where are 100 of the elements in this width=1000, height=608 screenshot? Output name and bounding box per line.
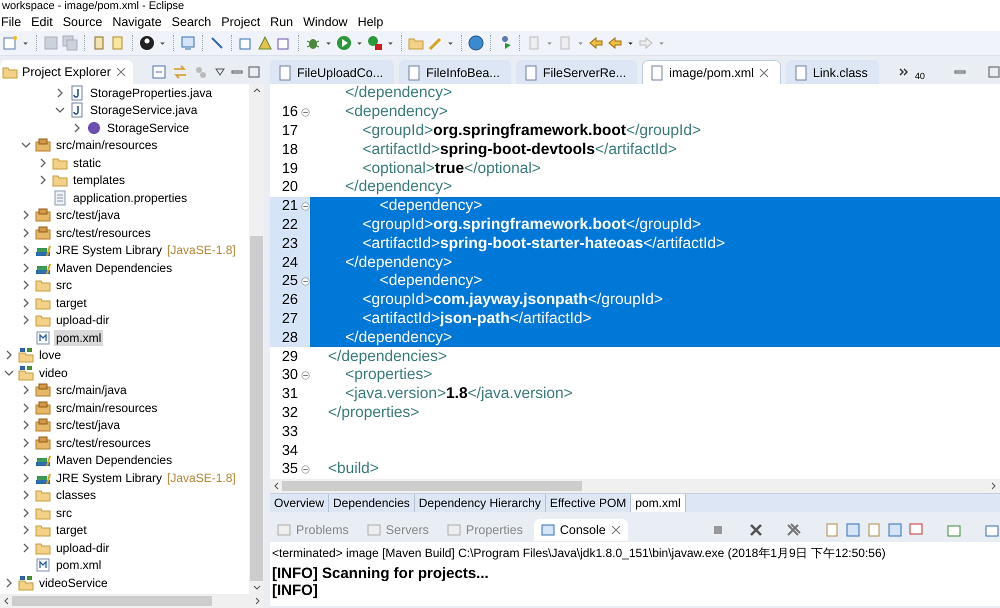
editor-tab[interactable]: FileUploadCo... [270,60,394,84]
new-file-icon[interactable] [2,35,18,51]
maximize-icon[interactable] [248,66,260,78]
tree-item[interactable]: JRE System Library [54,470,164,486]
tree-item[interactable]: src/main/java [54,382,129,398]
line-number: 20 [280,179,298,196]
remove-launch-icon[interactable] [748,522,764,538]
console-status: <terminated> image [Maven Build] C:\Program Files\Java\jdk1.8.0_151\bin\javaw.exe (2018年1月9日 下午12:50:56) [271,544,887,562]
file-icon [277,64,293,80]
line-number: 28 [280,330,298,346]
tree-item-note: [JavaSE-1.8] [167,470,236,485]
project-folder-icon [18,574,34,591]
editor-page-tab[interactable]: Dependencies [329,494,415,512]
line-number: 16 [280,104,298,120]
console-output-line: [INFO] [271,582,319,599]
java-file-icon [69,84,85,101]
editor-tab[interactable]: FileInfoBea... [399,60,511,84]
fold-icon[interactable] [301,108,310,117]
menu-item[interactable]: Help [356,15,392,29]
java-file-icon [69,102,85,118]
package-folder-icon [35,137,51,154]
package-folder-icon [35,207,51,224]
tree-item[interactable]: src/test/java [54,207,122,224]
editor-tab[interactable]: FileServerRe... [516,60,638,84]
fold-icon[interactable] [301,464,310,474]
maven-xml-file-icon [35,557,51,574]
tree-item[interactable]: src [54,504,74,521]
code-line: <artifactId>spring-boot-devtools</artifactId> [361,140,677,159]
run-icon[interactable] [336,35,352,51]
code-line: </dependency> [344,328,452,347]
tree-item[interactable]: src/test/resources [54,434,153,451]
file-icon [792,64,809,80]
tree-item[interactable]: JRE System Library [54,242,164,258]
editor-page-tab[interactable]: Overview [270,494,330,512]
tree-item[interactable]: pom.xml [54,330,104,346]
text-file-icon [52,190,68,206]
interface-icon [86,120,102,136]
menu-item[interactable]: Search [170,15,220,29]
view-menu-icon[interactable] [214,66,226,78]
line-number: 24 [280,254,298,271]
tree-item[interactable]: upload-dir [54,312,112,328]
view-tab[interactable]: Console [534,518,628,541]
editor-page-tab[interactable]: Dependency Hierarchy [414,494,546,512]
tree-item[interactable]: src/test/java [54,417,122,434]
tree-item[interactable]: classes [54,487,98,504]
tree-item[interactable]: src/main/resources [54,137,160,154]
menu-item[interactable]: File [0,15,30,29]
last-edit-icon[interactable] [588,35,604,51]
tree-item[interactable]: video [37,364,70,381]
tree-item[interactable]: src [54,277,74,294]
line-number: 32 [280,404,298,421]
tree-item[interactable]: target [54,294,89,311]
editor-tab[interactable]: Link.class [786,60,879,84]
tree-item[interactable]: love [37,347,64,364]
line-number: 18 [280,142,298,158]
close-icon[interactable] [610,524,622,536]
window-title: workspace - image/pom.xml - Eclipse [1,0,186,13]
close-icon[interactable] [758,66,770,78]
menu-item[interactable]: Window [302,15,357,29]
double-chevron-icon[interactable] [898,66,910,78]
tree-item[interactable]: target [54,522,89,538]
tree-item[interactable]: StorageService [105,120,192,136]
line-number: 23 [280,236,298,252]
editor-tab[interactable]: image/pom.xml [642,60,781,84]
tree-item[interactable]: Maven Dependencies [54,452,174,468]
menu-item[interactable]: Run [269,15,302,29]
fold-icon[interactable] [301,276,310,286]
code-line: <dependency> [378,197,482,216]
menu-item[interactable]: Project [220,15,270,29]
close-icon[interactable] [114,66,127,78]
monitor-icon[interactable] [180,35,196,51]
maximize-icon[interactable] [988,66,1000,78]
tree-item[interactable]: Maven Dependencies [54,260,174,276]
view-tab[interactable]: Project Explorer [0,60,133,84]
collapse-all-icon[interactable] [151,64,167,80]
tree-item[interactable]: StorageProperties.java [88,84,214,101]
editor-page-tab[interactable]: pom.xml [631,494,686,512]
tree-item[interactable]: application.properties [71,190,190,206]
menu-item[interactable]: Source [62,15,112,29]
menu-item[interactable]: Navigate [111,15,171,29]
maven-xml-file-icon [35,330,51,346]
tree-item[interactable]: pom.xml [54,557,104,574]
code-line: </dependency> [344,84,452,102]
fold-icon[interactable] [301,370,310,380]
fold-icon[interactable] [301,202,310,211]
tree-item[interactable]: src/test/resources [54,224,153,241]
tree-item[interactable]: static [71,154,104,171]
tree-item[interactable]: videoService [37,574,110,591]
back-arrow-icon[interactable] [607,35,623,51]
line-number: 26 [280,292,298,308]
view-title: Project Explorer [22,65,111,79]
view-icon [446,522,462,538]
tree-item[interactable]: StorageService.java [88,102,200,118]
tree-item[interactable]: upload-dir [54,540,112,556]
remove-all-icon[interactable] [786,522,802,538]
menu-item[interactable]: Edit [30,15,62,29]
code-line: <build> [328,460,379,478]
tree-item[interactable]: src/main/resources [54,400,160,416]
tree-item[interactable]: templates [71,172,128,188]
person-icon[interactable] [139,35,155,51]
